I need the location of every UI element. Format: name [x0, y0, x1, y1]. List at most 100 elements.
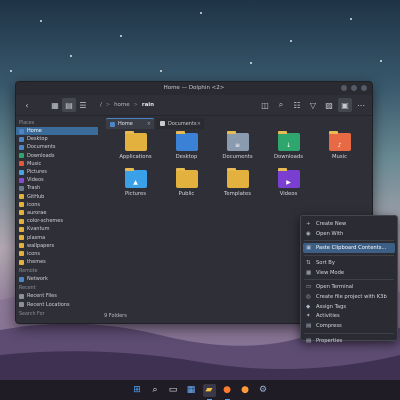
menu-item-sort-by[interactable]: ⇅ Sort By: [301, 258, 397, 268]
sidebar-item-documents[interactable]: Documents: [16, 143, 98, 151]
menu-item-label: Create New: [316, 220, 347, 227]
maximize-button[interactable]: [351, 85, 357, 91]
sidebar-item-label: Desktop: [27, 136, 48, 143]
sidebar-item-network[interactable]: Network: [16, 275, 98, 283]
folder-item-videos[interactable]: ▶ Videos: [263, 168, 314, 197]
menu-button[interactable]: ⋯: [354, 98, 368, 112]
desktop-icon: [19, 136, 24, 142]
folder-item-pictures[interactable]: ▲ Pictures: [110, 168, 161, 197]
sidebar-item-plasma[interactable]: plasma: [16, 233, 98, 241]
menu-item-open-terminal[interactable]: ▭ Open Terminal: [301, 282, 397, 292]
image-icon: ▣: [341, 100, 349, 110]
sidebar-item-color-schemes[interactable]: color-schemes: [16, 217, 98, 225]
sidebar-item-label: icons: [27, 201, 40, 208]
menu-separator: [304, 279, 394, 281]
recent-files-icon: [19, 293, 24, 299]
search-icon: ⌕: [152, 385, 158, 395]
sidebar-item-recent-files[interactable]: Recent Files: [16, 292, 98, 300]
folder-item-applications[interactable]: Applications: [110, 131, 161, 160]
preview-button[interactable]: ▨: [322, 98, 336, 112]
menu-item-activities[interactable]: ✦ Activities: [301, 312, 397, 322]
menu-item-properties[interactable]: ▤ Properties: [301, 336, 397, 346]
filter-button[interactable]: ▽: [306, 98, 320, 112]
file-manager-button[interactable]: ▰: [202, 383, 216, 400]
preview-icon: ▨: [325, 100, 333, 110]
details-view-button[interactable]: ☰: [76, 98, 90, 112]
folder-item-documents[interactable]: ≡ Documents: [212, 131, 263, 160]
breadcrumb-home[interactable]: home: [114, 102, 130, 108]
sidebar-item-desktop[interactable]: Desktop: [16, 135, 98, 143]
search-button[interactable]: ⌕: [274, 98, 288, 112]
view-options-button[interactable]: ☷: [290, 98, 304, 112]
settings-button[interactable]: ⚙: [257, 384, 270, 397]
sidebar-item-pictures[interactable]: Pictures: [16, 168, 98, 176]
menu-item-label: Properties: [316, 337, 343, 344]
menu-item-paste-clipboard-contents[interactable]: ▣ Paste Clipboard Contents...: [303, 243, 395, 254]
folder-label: Public: [178, 191, 195, 197]
sidebar-item-themes[interactable]: themes: [16, 258, 98, 266]
folder-icon: [175, 131, 198, 151]
menu-item-label: Open With: [316, 230, 344, 237]
file-manager-icon: ▰: [205, 385, 213, 395]
folder-item-templates[interactable]: Templates: [212, 168, 263, 197]
menu-item-label: Assign Tags: [316, 303, 347, 310]
folder-icon: ↓: [277, 131, 300, 151]
menu-item-assign-tags[interactable]: ◆ Assign Tags: [301, 302, 397, 312]
tab-documents[interactable]: Documents ×: [156, 118, 204, 129]
tag-icon: ◆: [306, 303, 311, 310]
search-button[interactable]: ⌕: [149, 384, 162, 397]
folder-item-downloads[interactable]: ↓ Downloads: [263, 131, 314, 160]
menu-item-create-file-project-with-k3b[interactable]: ◎ Create file project with K3b: [301, 292, 397, 302]
menu-item-open-with[interactable]: ◉ Open With: [301, 229, 397, 239]
breadcrumb-current[interactable]: rain: [142, 102, 154, 108]
icons-view-button[interactable]: ▦: [48, 98, 62, 112]
menu-item-view-mode[interactable]: ▦ View Mode: [301, 268, 397, 278]
folder-emblem-icon: ▲: [133, 179, 138, 186]
compact-view-button[interactable]: ▤: [62, 98, 76, 112]
sidebar-item-downloads[interactable]: Downloads: [16, 152, 98, 160]
start-menu-button[interactable]: ⊞: [131, 384, 144, 397]
breadcrumb-root[interactable]: /: [100, 102, 102, 108]
sidebar-item-wallpapers[interactable]: wallpapers: [16, 242, 98, 250]
image-preview-button[interactable]: ▣: [338, 98, 352, 112]
trash-icon: [19, 185, 24, 191]
close-button[interactable]: [361, 85, 367, 91]
search-icon: ⌕: [278, 100, 284, 109]
downloads-icon: [19, 153, 24, 159]
task-view-button[interactable]: ▭: [167, 384, 180, 397]
folder-icon: [175, 168, 198, 188]
browser-button[interactable]: ●: [239, 384, 252, 397]
split-view-button[interactable]: ◫: [258, 98, 272, 112]
tab-label: Home: [118, 121, 133, 127]
firefox-button[interactable]: ●: [221, 384, 234, 400]
folder-item-music[interactable]: ♪ Music: [314, 131, 365, 160]
menu-item-compress[interactable]: ▤ Compress: [301, 321, 397, 331]
view-mode-icon: ▦: [306, 269, 312, 276]
sidebar-item-icons[interactable]: icons: [16, 201, 98, 209]
sidebar-item-home[interactable]: Home: [16, 127, 98, 136]
minimize-button[interactable]: [341, 85, 347, 91]
sidebar-item-aurorae[interactable]: aurorae: [16, 209, 98, 217]
sidebar-item-icons[interactable]: icons: [16, 250, 98, 258]
menu-item-label: Sort By: [316, 259, 335, 266]
tab-home[interactable]: Home ×: [106, 118, 154, 129]
sidebar-item-trash[interactable]: Trash: [16, 184, 98, 192]
folder-item-public[interactable]: Public: [161, 168, 212, 197]
widgets-button[interactable]: ▦: [185, 384, 198, 397]
folder-item-desktop[interactable]: Desktop: [161, 131, 212, 160]
back-button[interactable]: ‹: [20, 98, 34, 112]
sidebar-item-music[interactable]: Music: [16, 160, 98, 168]
sidebar-item-videos[interactable]: Videos: [16, 176, 98, 184]
sidebar-item-kvantum[interactable]: Kvantum: [16, 225, 98, 233]
sidebar-item-github[interactable]: GitHub: [16, 193, 98, 201]
menu-item-label: Create file project with K3b: [316, 293, 387, 300]
close-tab-icon[interactable]: ×: [197, 121, 201, 127]
sidebar-item-label: Videos: [27, 177, 44, 184]
open-with-icon: ◉: [306, 230, 311, 237]
menu-separator: [304, 255, 394, 257]
folder-label: Pictures: [125, 191, 146, 197]
menu-item-create-new[interactable]: + Create New: [301, 219, 397, 229]
title-bar[interactable]: Home — Dolphin <2>: [16, 82, 372, 95]
sidebar-item-recent-locations[interactable]: Recent Locations: [16, 301, 98, 309]
close-tab-icon[interactable]: ×: [147, 121, 151, 127]
